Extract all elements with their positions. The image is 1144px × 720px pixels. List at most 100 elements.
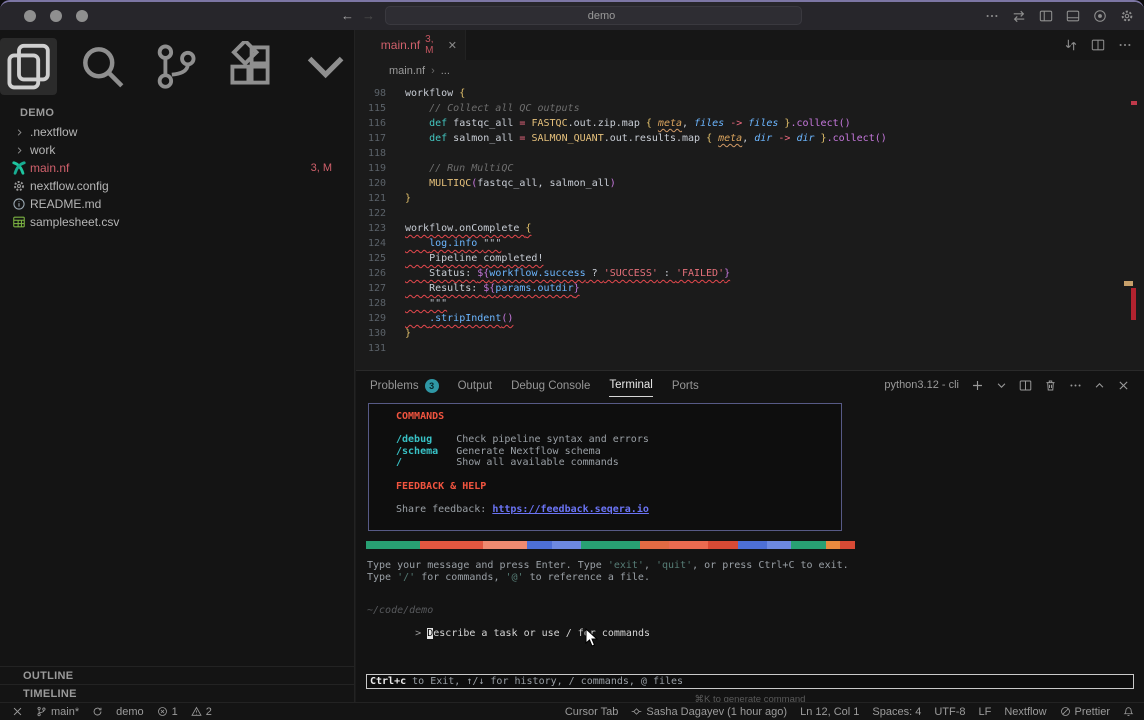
code-line-130[interactable]: 130} (356, 326, 1144, 341)
line-number: 117 (356, 131, 386, 146)
tree-item-main-nf[interactable]: main.nf3, M (0, 159, 354, 177)
settings-gear-icon[interactable] (1120, 9, 1134, 23)
tree-item-samplesheet-csv[interactable]: samplesheet.csv (0, 213, 354, 231)
code-line-125[interactable]: 125 Pipeline completed! (356, 251, 1144, 266)
record-icon[interactable] (1093, 9, 1107, 23)
activity-search[interactable] (74, 38, 131, 95)
outline-section[interactable]: OUTLINE (0, 666, 354, 684)
panel-tabs: Problems3 Output Debug Console Terminal Port… (370, 373, 699, 398)
statusbar-item-prettier[interactable]: Prettier (1060, 706, 1110, 718)
statusbar-item-demo[interactable]: demo (116, 706, 144, 718)
breadcrumb[interactable]: main.nf › ... (356, 60, 1144, 82)
code-line-123[interactable]: 123workflow.onComplete { (356, 221, 1144, 236)
forward-icon[interactable]: → (362, 8, 375, 23)
command-center-search[interactable]: demo (385, 6, 802, 25)
code-line-116[interactable]: 116 def fastqc_all = FASTQC.out.zip.map … (356, 116, 1144, 131)
more-icon[interactable] (1118, 38, 1132, 52)
statusbar-item-utf-8[interactable]: UTF-8 (934, 706, 965, 718)
statusbar-item-2[interactable]: 2 (191, 706, 212, 718)
copy-files-icon (3, 41, 54, 92)
code-line-121[interactable]: 121} (356, 191, 1144, 206)
close-icon[interactable] (1117, 379, 1130, 392)
code-line-98[interactable]: 98workflow { (356, 86, 1144, 101)
tree-item--nextflow[interactable]: .nextflow (0, 123, 354, 141)
minimize-window-button[interactable] (50, 10, 62, 22)
code-line-128[interactable]: 128 """ (356, 296, 1144, 311)
panel-tab-terminal[interactable]: Terminal (609, 373, 652, 397)
code-line-129[interactable]: 129 .stripIndent() (356, 311, 1144, 326)
statusbar-item-ln-12-col-1[interactable]: Ln 12, Col 1 (800, 706, 859, 718)
error-icon (157, 706, 168, 717)
statusbar-item-sasha-dagayev-1-hour-ago[interactable]: Sasha Dagayev (1 hour ago) (631, 706, 787, 718)
chevron-up-icon[interactable] (1094, 380, 1105, 391)
activity-source-control[interactable] (148, 38, 205, 95)
panel-tab-output[interactable]: Output (458, 374, 493, 397)
terminal-input[interactable]: > Describe a task or use / for commands (367, 617, 650, 650)
activity-chevron-down[interactable] (297, 38, 354, 95)
chevron-right-icon (8, 671, 17, 680)
layout-panel-icon[interactable] (1066, 9, 1080, 23)
editor-tabbar: main.nf 3, M ✕ (356, 30, 1144, 60)
trash-icon[interactable] (1044, 379, 1057, 392)
statusbar-item-bell[interactable] (1123, 706, 1134, 717)
search-value: demo (588, 10, 616, 22)
rainbow-separator (366, 541, 855, 549)
activity-copy-files[interactable] (0, 38, 57, 95)
problems-badge: 3, M (311, 162, 332, 174)
tree-item-work[interactable]: work (0, 141, 354, 159)
add-icon[interactable] (971, 379, 984, 392)
code-line-115[interactable]: 115 // Collect all QC outputs (356, 101, 1144, 116)
code-line-118[interactable]: 118 (356, 146, 1144, 161)
code-line-117[interactable]: 117 def salmon_all = SALMON_QUANT.out.re… (356, 131, 1144, 146)
more-icon[interactable] (985, 9, 999, 23)
split-editor-icon[interactable] (1019, 379, 1032, 392)
code-line-127[interactable]: 127 Results: ${params.outdir} (356, 281, 1144, 296)
statusbar-item-remote[interactable] (12, 706, 23, 717)
nextflow-icon (12, 161, 26, 175)
code-line-126[interactable]: 126 Status: ${workflow.success ? 'SUCCES… (356, 266, 1144, 281)
terminal-instance[interactable]: python3.12 - cli (866, 379, 959, 392)
panel-tab-debug-console[interactable]: Debug Console (511, 374, 590, 397)
code-line-124[interactable]: 124 log.info """ (356, 236, 1144, 251)
file-label: work (30, 143, 55, 157)
statusbar-item-sync[interactable] (92, 706, 103, 717)
tab-main-nf[interactable]: main.nf 3, M ✕ (356, 30, 466, 60)
tree-item-nextflow-config[interactable]: nextflow.config (0, 177, 354, 195)
code-line-122[interactable]: 122 (356, 206, 1144, 221)
statusbar-item-lf[interactable]: LF (979, 706, 992, 718)
code-line-131[interactable]: 131 (356, 341, 1144, 356)
code-line-120[interactable]: 120 MULTIQC(fastqc_all, salmon_all) (356, 176, 1144, 191)
outline-label: OUTLINE (23, 670, 73, 682)
swap-icon[interactable] (1012, 9, 1026, 23)
more-icon[interactable] (1069, 379, 1082, 392)
code-line-119[interactable]: 119 // Run MultiQC (356, 161, 1144, 176)
statusbar-item-cursor-tab[interactable]: Cursor Tab (565, 706, 619, 718)
statusbar-item-nextflow[interactable]: Nextflow (1004, 706, 1046, 718)
close-window-button[interactable] (24, 10, 36, 22)
explorer-section-header[interactable]: DEMO (6, 107, 354, 119)
statusbar-item-spaces-4[interactable]: Spaces: 4 (872, 706, 921, 718)
file-label: nextflow.config (30, 179, 109, 193)
close-tab-icon[interactable]: ✕ (448, 39, 457, 52)
split-editor-icon[interactable] (1091, 38, 1105, 52)
back-icon[interactable]: ← (341, 8, 354, 23)
breadcrumb-file[interactable]: main.nf (389, 65, 425, 77)
code-editor[interactable]: 98workflow {115 // Collect all QC output… (356, 82, 1144, 356)
panel-tab-problems[interactable]: Problems3 (370, 373, 439, 398)
mouse-cursor (585, 628, 599, 648)
activity-extensions[interactable] (223, 38, 280, 95)
layout-sidebar-icon[interactable] (1039, 9, 1053, 23)
chevron-down-icon[interactable] (996, 380, 1007, 391)
panel-tab-ports[interactable]: Ports (672, 374, 699, 397)
maximize-window-button[interactable] (76, 10, 88, 22)
tree-item-readme-md[interactable]: README.md (0, 195, 354, 213)
file-tree: .nextflow work main.nf3, M nextflow.config R… (0, 123, 354, 231)
open-changes-icon[interactable] (1064, 38, 1078, 52)
terminal-content[interactable]: COMMANDS/debug Check pipeline syntax and… (356, 399, 1144, 702)
statusbar-item-1[interactable]: 1 (157, 706, 178, 718)
timeline-section[interactable]: TIMELINE (0, 684, 354, 702)
window-controls[interactable] (24, 10, 88, 22)
line-number: 98 (356, 86, 386, 101)
statusbar-item-main[interactable]: main* (36, 706, 79, 718)
breadcrumb-symbol[interactable]: ... (441, 65, 450, 77)
